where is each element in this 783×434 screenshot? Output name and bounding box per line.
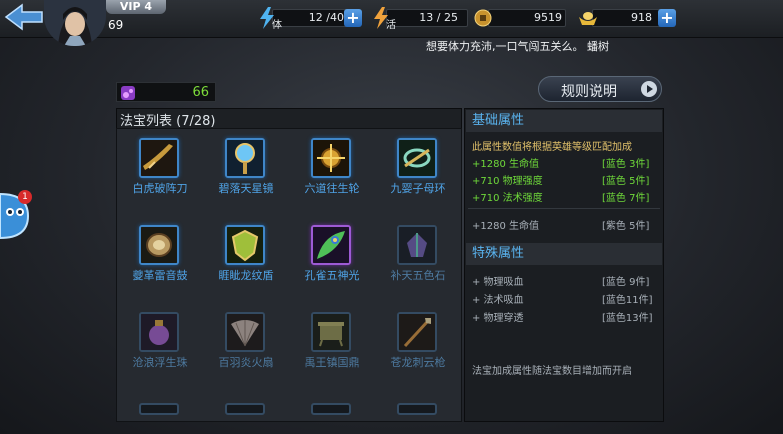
attribute-value: +1280 生命值 [472, 159, 540, 170]
coin-value: 9519 [534, 11, 562, 24]
treasure-name: 九婴子母环 [390, 182, 446, 195]
attribute-row: +1280 生命值 [蓝色 3件] [472, 155, 660, 170]
attribute-row: +1280 生命值 [紫色 5件] [472, 217, 660, 232]
attribute-row: +710 物理强度 [蓝色 5件] [472, 172, 660, 187]
treasure-name: 白虎破阵刀 [132, 182, 188, 195]
treasure-item[interactable]: 百羽炎火扇 [203, 308, 289, 369]
attribute-requirement: [蓝色 7件] [602, 193, 650, 204]
treasure-item[interactable]: 苍龙刺云枪 [375, 308, 461, 369]
mirror-icon [225, 138, 265, 178]
drum-icon [139, 225, 179, 265]
attribute-requirement: [蓝色 5件] [602, 176, 650, 187]
player-level: 69 [108, 18, 124, 32]
treasure-name: 睚眦龙纹盾 [218, 269, 274, 282]
special-attributes-footer: 法宝加成属性随法宝数目增加而开启 [472, 366, 632, 377]
treasure-item[interactable]: 夔革雷音鼓 [117, 221, 203, 282]
add-stamina-button[interactable]: + [344, 9, 362, 27]
five-color-stone-icon [397, 225, 437, 265]
top-bar: VIP 4 69 体 12 /40 + 活 13 / 25 9519 918 + [0, 0, 783, 46]
treasure-item[interactable]: 碧落天星镜 [203, 134, 289, 195]
treasure-item[interactable] [375, 395, 461, 434]
treasure-item[interactable] [203, 395, 289, 434]
coin-icon [474, 9, 492, 31]
ring-icon [397, 138, 437, 178]
attribute-value: +1280 生命值 [472, 221, 540, 232]
scrolling-notice: 想要体力充沛,一口气闯五关么。 蟠树 [426, 40, 609, 53]
treasure-icon [139, 403, 179, 415]
treasure-item[interactable]: 白虎破阵刀 [117, 134, 203, 195]
wheel-icon [311, 138, 351, 178]
treasure-grid: 白虎破阵刀 碧落天星镜 六道往生轮 九婴子母环 夔革雷音鼓 睚眦龙纹盾 孔雀五神… [116, 128, 462, 422]
treasure-item[interactable]: 睚眦龙纹盾 [203, 221, 289, 282]
gold-value: 918 [631, 11, 652, 24]
base-attributes-note: 此属性数值将根据英雄等级匹配加成 [472, 142, 632, 153]
attribute-requirement: [蓝色 9件] [602, 277, 650, 288]
energy-value: 13 / 25 [419, 11, 458, 24]
attribute-value: +710 物理强度 [472, 176, 543, 187]
attribute-requirement: [紫色 5件] [602, 221, 650, 232]
attribute-value: + 物理穿透 [472, 313, 524, 324]
energy-label: 活 [386, 20, 396, 31]
treasure-item[interactable]: 补天五色石 [375, 221, 461, 282]
gem-icon [119, 84, 137, 106]
attribute-row: + 物理穿透 [蓝色13件] [472, 309, 660, 324]
arrow-right-icon [641, 81, 657, 97]
shield-icon [225, 225, 265, 265]
treasure-name: 百羽炎火扇 [218, 356, 274, 369]
treasure-item[interactable]: 沧浪浮生珠 [117, 308, 203, 369]
rules-button-label: 规则说明 [561, 84, 617, 100]
treasure-item[interactable]: 六道往生轮 [289, 134, 375, 195]
treasure-name: 碧落天星镜 [218, 182, 274, 195]
pearl-bottle-icon [139, 312, 179, 352]
treasure-icon [311, 403, 351, 415]
attribute-value: +710 法术强度 [472, 193, 543, 204]
stamina-value: 12 /40 [308, 11, 344, 24]
gem-count: 66 [192, 85, 209, 100]
energy-stat: 活 13 / 25 [372, 7, 468, 31]
treasure-name: 补天五色石 [390, 269, 446, 282]
vip-badge: VIP 4 [106, 0, 166, 14]
attribute-row: + 法术吸血 [蓝色11件] [472, 291, 660, 306]
treasure-name: 禹王镇国鼎 [304, 356, 360, 369]
gem-counter: 66 [116, 82, 216, 102]
attribute-requirement: [蓝色11件] [602, 295, 653, 306]
base-attributes-title: 基础属性 [466, 110, 662, 132]
coin-stat: 9519 [474, 7, 566, 29]
treasure-item[interactable]: 孔雀五神光 [289, 221, 375, 282]
add-gold-button[interactable]: + [658, 9, 676, 27]
feather-fan-icon [225, 312, 265, 352]
treasure-icon [397, 403, 437, 415]
cauldron-icon [311, 312, 351, 352]
treasure-item[interactable] [117, 395, 203, 434]
attribute-requirement: [蓝色13件] [602, 313, 653, 324]
treasure-icon [225, 403, 265, 415]
spear-icon [397, 312, 437, 352]
special-attributes-title: 特殊属性 [466, 243, 662, 265]
attribute-row: +710 法术强度 [蓝色 7件] [472, 189, 660, 204]
treasure-name: 六道往生轮 [304, 182, 360, 195]
peacock-feather-icon [311, 225, 351, 265]
treasure-name: 孔雀五神光 [304, 269, 360, 282]
back-arrow-icon[interactable] [2, 2, 46, 32]
divider [468, 208, 660, 209]
treasure-item[interactable]: 九婴子母环 [375, 134, 461, 195]
treasure-name: 苍龙刺云枪 [390, 356, 446, 369]
notification-badge: 1 [18, 190, 32, 204]
treasure-item[interactable] [289, 395, 375, 434]
attribute-requirement: [蓝色 3件] [602, 159, 650, 170]
treasure-name: 夔革雷音鼓 [132, 269, 188, 282]
gold-stat: 918 + [578, 7, 678, 29]
attribute-value: + 法术吸血 [472, 295, 524, 306]
attribute-row: + 物理吸血 [蓝色 9件] [472, 273, 660, 288]
gold-ingot-icon [578, 9, 598, 31]
treasure-name: 沧浪浮生珠 [132, 356, 188, 369]
treasure-item[interactable]: 禹王镇国鼎 [289, 308, 375, 369]
rules-button[interactable]: 规则说明 [538, 76, 662, 102]
saber-icon [139, 138, 179, 178]
attribute-value: + 物理吸血 [472, 277, 524, 288]
stamina-label: 体 [272, 20, 282, 31]
treasure-list-title: 法宝列表 (7/28) [120, 114, 216, 129]
stamina-stat: 体 12 /40 + [258, 7, 362, 31]
